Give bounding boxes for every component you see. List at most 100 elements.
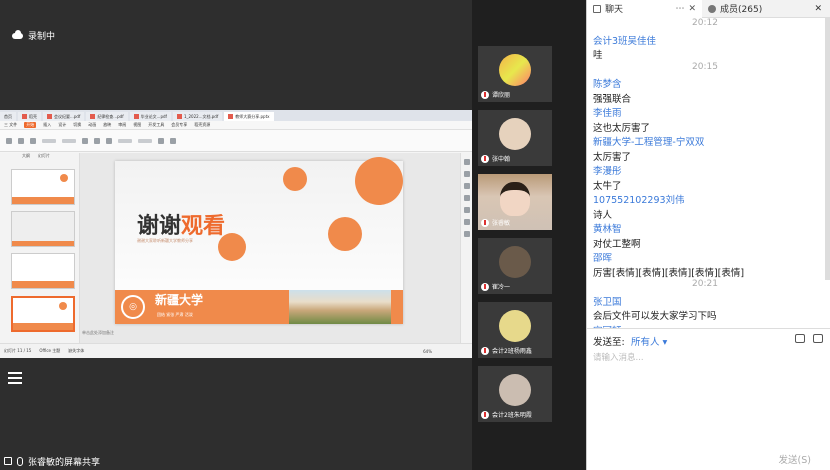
zoom-level[interactable]: 64% xyxy=(423,349,432,354)
slide-thumbnail[interactable] xyxy=(11,169,75,205)
file-icon[interactable] xyxy=(813,334,823,343)
ppt-tab[interactable]: 毕业论文...pdf xyxy=(129,112,171,121)
menu-developer[interactable]: 开发工具 xyxy=(148,122,164,128)
chat-message: 太牛了 xyxy=(593,180,622,192)
menu-transition[interactable]: 切换 xyxy=(73,122,81,128)
menu-resources[interactable]: 稻壳资源 xyxy=(194,122,210,128)
avatar xyxy=(499,118,531,150)
mic-muted-icon xyxy=(481,347,489,355)
mic-muted-icon xyxy=(481,155,489,163)
chat-message: 诗人 xyxy=(593,209,613,221)
ppt-tab[interactable]: 1_2022...文档.pdf xyxy=(172,112,223,121)
menu-design[interactable]: 设计 xyxy=(58,122,66,128)
notes-placeholder[interactable]: 单击此处添加备注 xyxy=(82,330,114,336)
tab-outline[interactable]: 大纲 xyxy=(22,153,30,160)
italic-icon[interactable] xyxy=(94,137,100,144)
decor-circle xyxy=(283,167,307,191)
slide-thumbnail[interactable] xyxy=(11,211,75,247)
participant-tile-video[interactable]: 张睿敏 xyxy=(478,174,552,230)
pdf-icon xyxy=(176,114,182,119)
screenshot-icon[interactable] xyxy=(795,334,805,343)
chat-tabs: 聊天 ⋯ ✕ 成员(265) ✕ xyxy=(587,0,830,18)
chat-timestamp: 20:15 xyxy=(692,61,718,72)
university-name: 新疆大学 xyxy=(155,293,204,307)
menu-animation[interactable]: 动画 xyxy=(88,122,96,128)
select-icon[interactable] xyxy=(170,137,176,144)
paragraph-tools[interactable] xyxy=(118,138,132,143)
chat-sender: 邵晖 xyxy=(593,253,613,264)
recipient-select[interactable]: 所有人 ▾ xyxy=(631,334,667,348)
chat-input[interactable]: 请输入消息... xyxy=(593,351,644,363)
decor-circle xyxy=(355,157,403,205)
chat-sender: 张卫国 xyxy=(593,296,622,308)
ppt-tab-active[interactable]: 教师大赛分享.pptx xyxy=(224,112,274,121)
style-icon[interactable] xyxy=(463,171,470,177)
menu-view[interactable]: 视图 xyxy=(133,122,141,128)
underline-icon[interactable] xyxy=(106,137,112,144)
chat-sender: 李漫彤 xyxy=(593,166,622,177)
find-icon[interactable] xyxy=(158,137,164,144)
animation-icon[interactable] xyxy=(463,183,470,189)
slide-thumbnail-selected[interactable] xyxy=(11,296,75,332)
ppt-workspace: 大纲 幻灯片 谢谢观看 谢谢大家聆听新疆大学教师分享 ◎ 新疆大学 团结 紧张 … xyxy=(0,153,472,343)
slide-thumbnail[interactable] xyxy=(11,253,75,289)
property-icon[interactable] xyxy=(463,159,470,165)
ppt-window: 首页 稻壳 会议纪要...pdf 纪律检查...pdf 毕业论文...pdf 1… xyxy=(0,110,472,358)
missing-font-label[interactable]: 缺失字体 xyxy=(68,348,84,354)
chat-timestamp: 20:12 xyxy=(692,18,718,28)
send-button[interactable]: 发送(S) xyxy=(779,452,811,466)
shape-tools[interactable] xyxy=(138,138,152,143)
paste-icon[interactable] xyxy=(6,137,12,144)
menu-member[interactable]: 会员专享 xyxy=(171,122,187,128)
ppt-tab[interactable]: 稻壳 xyxy=(18,112,41,121)
chat-message: 对仗工整啊 xyxy=(593,238,641,250)
cut-icon[interactable] xyxy=(18,137,24,144)
participant-tile[interactable]: 会计2班朱明霞 xyxy=(478,366,552,422)
chat-scrollbar[interactable] xyxy=(825,18,830,280)
participant-tile[interactable]: 崔冷一 xyxy=(478,238,552,294)
tab-chat[interactable]: 聊天 ⋯ ✕ xyxy=(587,0,702,18)
participant-name: 崔冷一 xyxy=(492,284,511,291)
participant-name: 会计2班杨雨鑫 xyxy=(492,348,532,355)
bold-icon[interactable] xyxy=(82,137,88,144)
camera-feed xyxy=(500,182,530,216)
ppt-tab[interactable]: 纪律检查...pdf xyxy=(86,112,128,121)
participant-tile[interactable]: 张中翰 xyxy=(478,110,552,166)
participant-tile[interactable]: 会计2班杨雨鑫 xyxy=(478,302,552,358)
menu-home[interactable]: 开始 xyxy=(24,122,37,128)
thumb-tabs: 大纲 幻灯片 xyxy=(0,153,79,160)
chat-sender: 黄林智 xyxy=(593,224,622,235)
format-painter-icon[interactable] xyxy=(30,137,36,144)
close-panel-icon[interactable]: ✕ xyxy=(814,4,822,14)
new-slide-button[interactable] xyxy=(42,138,56,143)
menu-slideshow[interactable]: 放映 xyxy=(103,122,111,128)
campus-photo xyxy=(289,290,391,324)
mic-muted-icon xyxy=(481,91,489,99)
right-toolbar xyxy=(460,153,472,343)
settings-icon[interactable] xyxy=(463,207,470,213)
mic-muted-icon xyxy=(481,219,489,227)
tab-members[interactable]: 成员(265) xyxy=(702,0,768,18)
menu-file[interactable]: 三 文件 xyxy=(4,122,17,128)
menu-list-icon[interactable] xyxy=(8,372,22,384)
menu-review[interactable]: 审阅 xyxy=(118,122,126,128)
image-icon[interactable] xyxy=(463,195,470,201)
tab-slides[interactable]: 幻灯片 xyxy=(38,153,50,160)
meeting-window: 录制中 首页 稻壳 会议纪要...pdf 纪律检查...pdf 毕业论文...p… xyxy=(0,0,830,470)
font-select[interactable] xyxy=(62,138,76,143)
popout-icon[interactable]: ⋯ xyxy=(675,4,684,14)
avatar xyxy=(499,54,531,86)
ppt-tab[interactable]: 首页 xyxy=(0,112,16,121)
file-icon xyxy=(22,114,27,119)
pdf-icon xyxy=(90,114,96,119)
ppt-tab[interactable]: 会议纪要...pdf xyxy=(43,112,85,121)
help-icon[interactable] xyxy=(463,231,470,237)
close-icon[interactable]: ✕ xyxy=(688,4,696,14)
slide-canvas[interactable]: 谢谢观看 谢谢大家聆听新疆大学教师分享 ◎ 新疆大学 团结 紧张 严肃 活泼 xyxy=(115,157,403,324)
participant-tile[interactable]: 谭欣丽 xyxy=(478,46,552,102)
chat-sender: 新疆大学-工程管理-宁双双 xyxy=(593,137,705,148)
share-icon[interactable] xyxy=(463,219,470,225)
page-indicator: 幻灯片 11 / 15 xyxy=(4,348,32,353)
menu-insert[interactable]: 插入 xyxy=(43,122,51,128)
screen-icon xyxy=(4,457,12,465)
